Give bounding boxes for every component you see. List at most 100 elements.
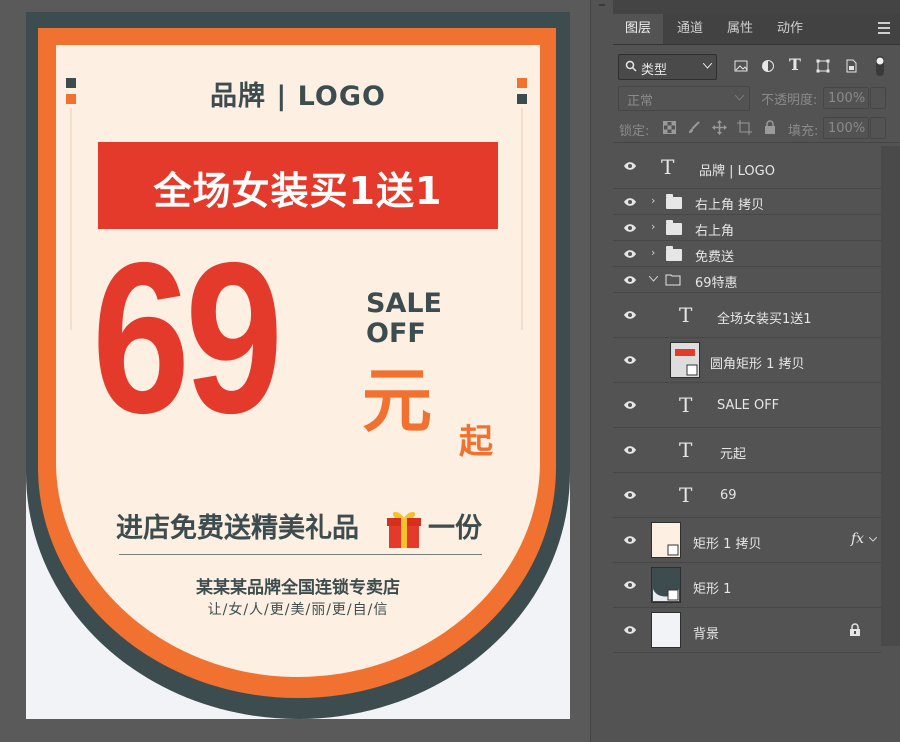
lock-transparent-icon[interactable] — [663, 121, 676, 134]
opacity-label: 不透明度: — [761, 93, 818, 108]
layer-name: 69 — [720, 488, 737, 503]
text-layer-icon: T — [679, 393, 693, 417]
panel-menu-icon[interactable] — [878, 22, 890, 37]
layer-name: 右上角 — [695, 224, 735, 239]
chevron-down-icon[interactable] — [649, 276, 658, 282]
blend-mode-value: 正常 — [627, 94, 654, 109]
chevron-right-icon[interactable]: › — [651, 246, 655, 259]
layer-row[interactable]: › 免费送 — [613, 241, 881, 267]
visibility-eye-icon[interactable] — [623, 490, 637, 500]
currency-suffix-label: 起 — [459, 422, 493, 462]
visibility-eye-icon[interactable] — [623, 161, 637, 171]
shape-thumbnail — [651, 612, 681, 648]
chevron-right-icon[interactable]: › — [651, 194, 655, 207]
tab-channels[interactable]: 通道 — [665, 14, 715, 44]
layer-name: 69特惠 — [695, 276, 738, 291]
filter-toggle[interactable] — [875, 55, 885, 77]
visibility-eye-icon[interactable] — [623, 197, 637, 207]
visibility-eye-icon[interactable] — [623, 535, 637, 545]
layer-row[interactable]: 背景 — [613, 608, 881, 653]
banner-headline: 全场女装买1送1 — [153, 169, 443, 213]
off-label: OFF — [366, 318, 426, 349]
lock-position-move-icon[interactable] — [712, 120, 727, 135]
folder-icon — [666, 220, 682, 235]
opacity-input[interactable]: 100% — [823, 87, 869, 109]
layer-row[interactable]: 矩形 1 — [613, 563, 881, 608]
layer-row[interactable]: › 右上角 拷贝 — [613, 189, 881, 215]
layer-row[interactable]: 矩形 1 拷贝 fx — [613, 518, 881, 563]
document-canvas[interactable]: 品牌 | LOGO 全场女装买1送1 69 SALE OFF 元 起 进店免费送… — [26, 12, 570, 719]
image-filter-icon[interactable] — [734, 59, 748, 73]
smart-object-filter-icon[interactable] — [844, 59, 858, 73]
chevron-down-icon — [703, 63, 712, 69]
adjustment-filter-icon[interactable] — [761, 59, 775, 73]
visibility-eye-icon[interactable] — [623, 355, 637, 365]
shape-thumbnail — [651, 567, 681, 603]
layer-row[interactable]: › 右上角 — [613, 215, 881, 241]
promo-text: 进店免费送精美礼品 — [116, 513, 359, 544]
visibility-eye-icon[interactable] — [623, 223, 637, 233]
layer-row[interactable]: T 元起 — [613, 428, 881, 473]
layers-scrollbar[interactable] — [881, 146, 900, 646]
chevron-down-icon — [735, 95, 744, 101]
panel-dock-strip[interactable] — [590, 0, 613, 742]
layer-name: 右上角 拷贝 — [695, 198, 765, 213]
visibility-eye-icon[interactable] — [623, 580, 637, 590]
canvas-area[interactable]: 品牌 | LOGO 全场女装买1送1 69 SALE OFF 元 起 进店免费送… — [0, 0, 590, 742]
layer-effects-fx-icon[interactable]: fx — [851, 531, 864, 547]
opacity-dropdown[interactable] — [870, 87, 886, 109]
visibility-eye-icon[interactable] — [623, 249, 637, 259]
tab-properties[interactable]: 属性 — [715, 14, 765, 44]
text-filter-icon[interactable]: T — [789, 55, 803, 74]
slogan-text: 让/女/人/更/美/丽/更/自/信 — [207, 602, 389, 618]
fill-input[interactable]: 100% — [823, 117, 869, 139]
blend-opacity-row: 正常 不透明度: 100% — [613, 84, 900, 112]
layer-name: 元起 — [720, 447, 747, 462]
shape-filter-icon[interactable] — [816, 59, 830, 73]
layer-name: 矩形 1 拷贝 — [693, 537, 762, 552]
text-layer-icon: T — [679, 303, 693, 327]
text-layer-icon: T — [679, 438, 693, 462]
fill-label: 填充: — [788, 124, 819, 139]
lock-fill-row: 锁定: 填充: 100% — [613, 116, 900, 143]
panel-tabbar: 图层 通道 属性 动作 — [613, 14, 900, 45]
layer-row[interactable]: 69特惠 — [613, 267, 881, 293]
layer-row[interactable]: 圆角矩形 1 拷贝 — [613, 338, 881, 383]
layer-row[interactable]: T 全场女装买1送1 — [613, 293, 881, 338]
text-layer-icon: T — [661, 155, 675, 179]
lock-artboard-icon[interactable] — [737, 120, 752, 135]
layer-filter-row: 类型 T — [613, 52, 900, 82]
layer-row[interactable]: T 69 — [613, 473, 881, 518]
layer-row[interactable]: T 品牌 | LOGO — [613, 146, 881, 189]
visibility-eye-icon[interactable] — [623, 400, 637, 410]
lock-all-icon[interactable] — [764, 120, 776, 134]
layer-name: SALE OFF — [717, 398, 780, 413]
visibility-eye-icon[interactable] — [623, 445, 637, 455]
fill-dropdown[interactable] — [870, 117, 886, 139]
gift-icon — [387, 511, 421, 548]
visibility-eye-icon[interactable] — [623, 625, 637, 635]
lock-paint-brush-icon[interactable] — [688, 121, 701, 134]
tab-layers[interactable]: 图层 — [613, 14, 663, 44]
layer-row[interactable]: T SALE OFF — [613, 383, 881, 428]
blend-mode-select[interactable]: 正常 — [618, 86, 750, 111]
folder-icon — [666, 246, 682, 261]
visibility-eye-icon[interactable] — [623, 275, 637, 285]
chevron-down-icon[interactable] — [869, 537, 877, 542]
lock-icon — [850, 623, 860, 636]
layer-name: 全场女装买1送1 — [717, 312, 812, 327]
search-icon — [625, 60, 637, 72]
brand-logo-title: 品牌 | LOGO — [210, 81, 386, 112]
shape-thumbnail — [651, 522, 681, 558]
layer-name: 品牌 | LOGO — [699, 164, 775, 179]
layer-name: 免费送 — [695, 250, 735, 265]
panel-header-strip — [613, 0, 900, 14]
currency-label: 元 — [362, 360, 432, 442]
visibility-eye-icon[interactable] — [623, 310, 637, 320]
tab-actions[interactable]: 动作 — [765, 14, 815, 44]
divider-line — [119, 554, 482, 555]
layer-name: 背景 — [693, 627, 720, 642]
filter-type-select[interactable]: 类型 — [618, 54, 717, 80]
chevron-right-icon[interactable]: › — [651, 220, 655, 233]
filter-type-label: 类型 — [641, 63, 668, 78]
